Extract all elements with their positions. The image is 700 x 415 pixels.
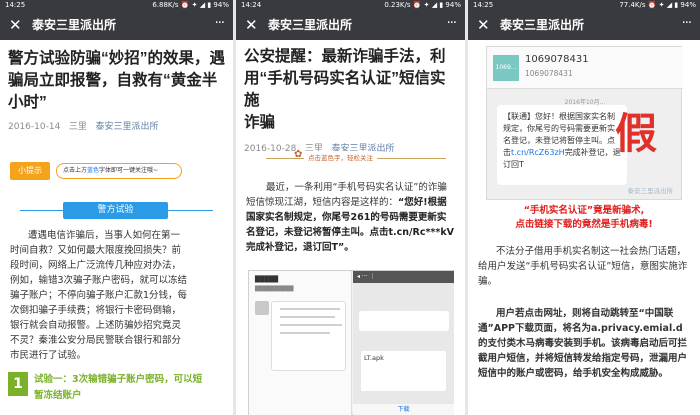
article-date: 2016-10-14 — [8, 122, 61, 132]
article-panel-1: 14:25 6.88K/s ⏰ ✦ ◢ ▮ 94% ✕ 泰安三里派出所 ··· … — [0, 0, 233, 415]
article-panel-2: 14:24 0.23K/s ⏰ ✦ ◢ ▮ 94% ✕ 泰安三里派出所 ··· … — [236, 0, 465, 415]
follow-banner: ✿ 点击蓝色字，轻松关注 — [266, 147, 446, 169]
sms-number: 1069078431 — [525, 54, 589, 65]
screenshot-right: ◂ ··· ⋮ LT.apk 下载 — [353, 271, 454, 415]
body-line: 例如，输错3次骗子账户密码，就可以冻结 — [10, 275, 188, 286]
body-line: 不灵？秦淮公安分局民警联合银行和部分 — [10, 335, 182, 346]
body-line: 银行就会自动报警。上述防骗妙招究竟灵 — [10, 320, 182, 331]
status-bar: 14:25 6.88K/s ⏰ ✦ ◢ ▮ 94% — [0, 0, 233, 11]
title-line: 小时” — [8, 94, 47, 111]
screenshot-left: █████ ██████████ — [249, 271, 352, 415]
status-time: 14:25 — [473, 1, 494, 9]
tip-bubble: 点击上方蓝色字体即可一键关注哦~ — [56, 163, 182, 179]
body-line: 遭遇电信诈骗后，当事人如何在第一 — [28, 230, 181, 241]
sms-header: 1069... 1069078431 1069078431 — [487, 47, 683, 89]
article-title: 公安提醒：最新诈骗手法，利 用“手机号码实名认证”短信实施 诈骗 — [236, 46, 465, 134]
body-line: 段时间，网络上广泛流传几种应对办法， — [10, 260, 182, 271]
article-title: 警方试验防骗“妙招”的效果，遇 骗局立即报警，自救有“黄金半 小时” — [0, 48, 233, 114]
sms-number-secondary: 1069078431 — [525, 69, 573, 78]
sms-screenshot: █████ ██████████ ◂ ··· ⋮ LT.apk 下载 — [248, 270, 454, 415]
status-bar: 14:25 77.4K/s ⏰ ✦ ◢ ▮ 94% — [468, 0, 700, 11]
warning-line: “手机实名认证”竟是新骗术, — [523, 205, 645, 216]
body-line: 时间自救？又如何最大限度挽回损失？前 — [10, 245, 182, 256]
status-indicators: 0.23K/s ⏰ ✦ ◢ ▮ 94% — [384, 1, 461, 9]
close-icon[interactable]: ✕ — [477, 15, 490, 35]
status-bar: 14:24 0.23K/s ⏰ ✦ ◢ ▮ 94% — [236, 0, 465, 11]
sender-avatar — [255, 301, 269, 315]
fake-stamp: 假 — [615, 109, 658, 158]
text-line — [280, 316, 335, 318]
status-indicators: 77.4K/s ⏰ ✦ ◢ ▮ 94% — [619, 1, 696, 9]
close-icon[interactable]: ✕ — [245, 15, 258, 35]
sms-bubble — [271, 301, 346, 371]
banner-text: 点击蓝色字，轻松关注 — [304, 151, 377, 165]
more-icon[interactable]: ··· — [682, 14, 692, 34]
article-meta: 2016-10-14 三里 泰安三里派出所 — [0, 120, 233, 134]
trial-line: 暂冻结账户 — [34, 390, 82, 401]
body-text: 用户若点击网址，则将自动跳转至“中国联通”APP下载页面，将名为a.privac… — [478, 308, 688, 379]
body-line: 次倒扣骗子手续费；将银行卡密码倒输， — [10, 305, 182, 316]
sms-bubble: 【联通】您好！根据国家实名制规定，你尾号的号码需要更新实名登记，未登记将暂停主叫… — [497, 105, 627, 185]
article-body-1: 不法分子借用手机实名制这一社会热门话题，给用户发送“手机号码实名认证”短信，意图… — [468, 244, 700, 289]
article-panel-3: 14:25 77.4K/s ⏰ ✦ ◢ ▮ 94% ✕ 泰安三里派出所 ··· … — [468, 0, 700, 415]
tip-blue-text: 蓝色 — [87, 167, 100, 174]
section-heading: 警方试验 — [63, 202, 168, 219]
title-line: 用“手机号码实名认证”短信实施 — [244, 70, 446, 109]
title-line: 骗局立即报警，自救有“黄金半 — [8, 72, 218, 89]
trial-number: 1 — [8, 372, 28, 396]
status-time: 14:24 — [241, 1, 262, 9]
close-icon[interactable]: ✕ — [9, 15, 22, 35]
sms-avatar: 1069... — [493, 55, 519, 81]
title-line: 警方试验防骗“妙招”的效果，遇 — [8, 50, 226, 67]
body-line: 市民进行了试验。 — [10, 350, 87, 361]
more-icon[interactable]: ··· — [215, 14, 225, 34]
body-text: 不法分子借用手机实名制这一社会热门话题，给用户发送“手机号码实名认证”短信，意图… — [478, 246, 688, 287]
nav-bar: ✕ 泰安三里派出所 ··· — [468, 11, 700, 40]
tip-text: 点击上方 — [63, 167, 88, 174]
trial-text: 试验一：3次输错骗子账户密码，可以短 暂冻结账户 — [34, 372, 226, 404]
trial-line: 试验一：3次输错骗子账户密码，可以短 — [34, 374, 203, 385]
status-time: 14:25 — [5, 1, 26, 9]
screenshot-topbar: ◂ ··· ⋮ — [353, 271, 454, 283]
sms-screenshot: 1069... 1069078431 1069078431 2016年10月..… — [486, 46, 683, 200]
download-link[interactable]: 下载 — [353, 404, 454, 415]
watermark: 泰安三里派出所 — [627, 187, 674, 195]
warning-heading: “手机实名认证”竟是新骗术, 点击链接下载的竟然是手机病毒! — [468, 204, 700, 232]
title-line: 公安提醒：最新诈骗手法，利 — [244, 48, 446, 65]
sms-link[interactable]: t.cn/RcZ63zH — [511, 148, 565, 157]
article-body-2: 用户若点击网址，则将自动跳转至“中国联通”APP下载页面，将名为a.privac… — [468, 306, 700, 381]
nav-title: 泰安三里派出所 — [32, 18, 117, 32]
tip-badge: 小提示 — [10, 162, 50, 180]
text-line — [280, 308, 340, 310]
blurred-subtitle: ██████████ — [255, 286, 294, 292]
nav-title: 泰安三里派出所 — [268, 18, 353, 32]
nav-title: 泰安三里派出所 — [500, 18, 585, 32]
more-icon[interactable]: ··· — [447, 14, 457, 34]
trial-item: 1 试验一：3次输错骗子账户密码，可以短 暂冻结账户 — [8, 368, 228, 415]
nav-bar: ✕ 泰安三里派出所 ··· — [0, 11, 233, 40]
account-link[interactable]: 泰安三里派出所 — [96, 122, 159, 132]
flower-icon: ✿ — [294, 149, 303, 160]
article-body: 最近，一条利用“手机号码实名认证”的诈骗短信惊现江湖，短信内容是这样的：“您好!… — [236, 180, 465, 255]
apk-label: LT.apk — [364, 354, 384, 362]
article-body: 遭遇电信诈骗后，当事人如何在第一 时间自救？又如何最大限度挽回损失？前 段时间，… — [0, 228, 233, 363]
article-author: 三里 — [68, 122, 87, 132]
text-line — [280, 324, 342, 326]
warning-line: 点击链接下载的竟然是手机病毒! — [515, 219, 653, 230]
status-indicators: 6.88K/s ⏰ ✦ ◢ ▮ 94% — [152, 1, 229, 9]
apk-card: LT.apk — [361, 351, 446, 391]
tip-text: 字体即可一键关注哦~ — [99, 167, 159, 174]
blurred-sender: █████ — [255, 276, 279, 283]
title-line: 诈骗 — [244, 114, 276, 131]
nav-bar: ✕ 泰安三里派出所 ··· — [236, 11, 465, 40]
body-line: 骗子账户；不停向骗子账户汇款1分钱，每 — [10, 290, 188, 301]
message-card — [359, 311, 449, 331]
text-line — [280, 332, 330, 334]
